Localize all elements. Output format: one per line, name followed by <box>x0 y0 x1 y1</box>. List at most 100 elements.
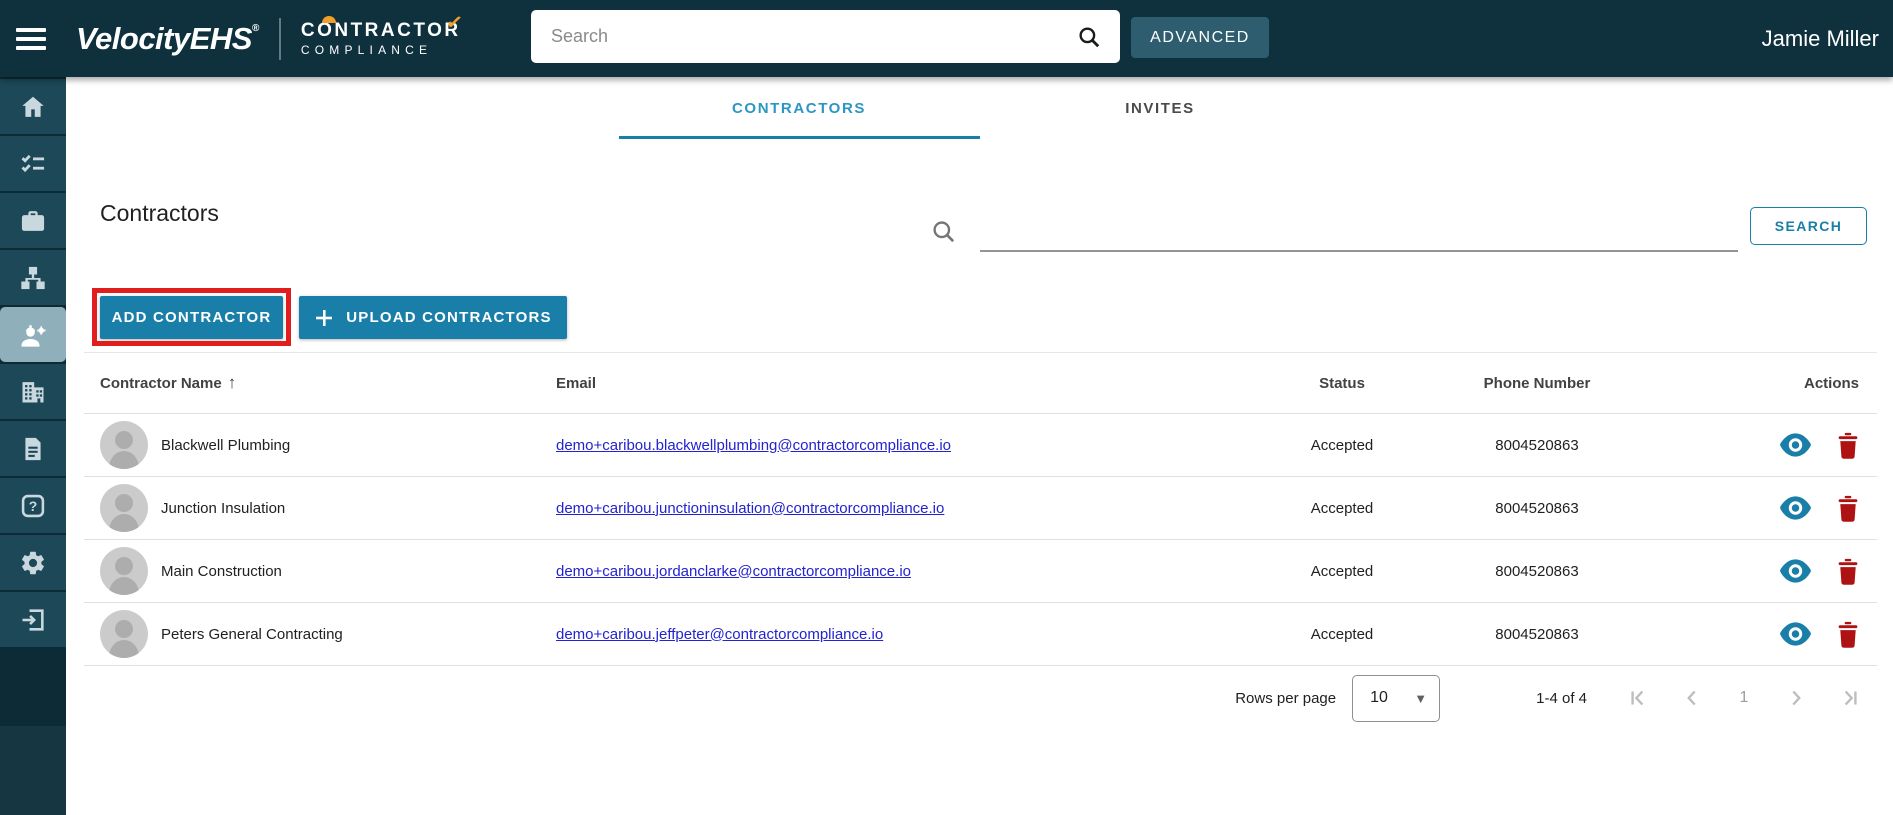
sidebar-item-settings[interactable] <box>0 535 66 590</box>
table-body: Blackwell Plumbing demo+caribou.blackwel… <box>84 413 1877 665</box>
contractor-worker-icon <box>21 324 46 347</box>
trash-icon <box>1838 558 1858 585</box>
tab-invites[interactable]: INVITES <box>980 77 1341 139</box>
sidebar-item-documents[interactable] <box>0 421 66 476</box>
rows-per-page-label: Rows per page <box>1235 689 1337 707</box>
sidebar-item-help[interactable]: ? <box>0 478 66 533</box>
advanced-search-button[interactable]: ADVANCED <box>1131 17 1269 58</box>
first-page-icon <box>1631 690 1644 706</box>
pagination-nav: 1 <box>1611 678 1877 718</box>
contractor-email-link[interactable]: demo+caribou.jordanclarke@contractorcomp… <box>556 563 911 580</box>
contractor-name: Peters General Contracting <box>161 625 343 643</box>
page-title: Contractors <box>100 200 219 226</box>
column-header-phone[interactable]: Phone Number <box>1422 375 1652 392</box>
checkmark-accent-icon: ✓ <box>444 10 465 36</box>
add-contractor-button[interactable]: ADD CONTRACTOR <box>100 296 283 339</box>
sidebar-item-jobs[interactable] <box>0 193 66 248</box>
rows-per-page-select[interactable]: 10 ▼ <box>1352 674 1441 722</box>
app-header: VelocityEHS® CONTRACTOR COMPLIANCE ✓ ADV… <box>0 0 1893 77</box>
eye-icon <box>1780 622 1811 646</box>
column-header-actions: Actions <box>1803 374 1859 392</box>
upload-button-label: UPLOAD CONTRACTORS <box>346 309 552 326</box>
user-name[interactable]: Jamie Miller <box>1762 0 1879 77</box>
eye-icon <box>1780 433 1811 457</box>
contractor-phone: 8004520863 <box>1495 436 1579 454</box>
document-icon <box>25 437 41 460</box>
sidebar-item-company[interactable] <box>0 364 66 419</box>
current-page-number[interactable]: 1 <box>1719 689 1769 707</box>
contractor-filter-input[interactable] <box>980 212 1738 252</box>
contractor-status: Accepted <box>1310 499 1374 517</box>
filter-search-icon <box>930 218 957 250</box>
column-header-status[interactable]: Status <box>1262 375 1422 392</box>
contractor-avatar <box>100 421 148 469</box>
next-page-button[interactable] <box>1769 678 1823 718</box>
delete-contractor-button[interactable] <box>1837 432 1859 459</box>
delete-contractor-button[interactable] <box>1837 558 1859 585</box>
contractor-avatar <box>100 610 148 658</box>
chevron-right-icon <box>1792 690 1801 706</box>
column-header-email[interactable]: Email <box>556 375 1262 392</box>
trash-icon <box>1838 495 1858 522</box>
view-contractor-button[interactable] <box>1780 559 1811 583</box>
contractor-phone: 8004520863 <box>1495 562 1579 580</box>
global-search-bar <box>531 10 1120 63</box>
view-contractor-button[interactable] <box>1780 433 1811 457</box>
contractor-name: Junction Insulation <box>161 499 286 517</box>
contractor-email-link[interactable]: demo+caribou.junctioninsulation@contract… <box>556 500 944 517</box>
chevron-left-icon <box>1687 690 1696 706</box>
global-search-input[interactable] <box>531 26 1076 47</box>
sidebar-item-org-chart[interactable] <box>0 250 66 305</box>
svg-text:?: ? <box>29 498 38 514</box>
last-page-button[interactable] <box>1823 678 1877 718</box>
sidebar-item-tasks[interactable] <box>0 136 66 191</box>
contractor-name: Blackwell Plumbing <box>161 436 291 454</box>
search-button[interactable]: SEARCH <box>1750 207 1867 245</box>
previous-page-button[interactable] <box>1665 678 1719 718</box>
contractors-table: Contractor Name ↑ Email Status Phone Num… <box>84 352 1877 665</box>
briefcase-icon <box>21 210 45 231</box>
search-icon[interactable] <box>1076 24 1102 50</box>
table-row: Peters General Contracting demo+caribou.… <box>84 602 1877 665</box>
delete-contractor-button[interactable] <box>1837 621 1859 648</box>
upload-contractors-button[interactable]: UPLOAD CONTRACTORS <box>299 296 567 339</box>
tab-contractors[interactable]: CONTRACTORS <box>618 77 980 139</box>
eye-icon <box>1780 559 1811 583</box>
sidebar-item-logout[interactable] <box>0 592 66 647</box>
hardhat-accent-icon <box>321 16 336 23</box>
sidebar-item-home[interactable] <box>0 79 66 134</box>
sidebar-nav: ? <box>0 77 66 815</box>
plus-icon <box>316 309 333 326</box>
exit-icon <box>22 608 44 631</box>
gear-icon <box>21 551 44 574</box>
column-header-contractor-name[interactable]: Contractor Name ↑ <box>84 373 556 393</box>
table-row: Main Construction demo+caribou.jordancla… <box>84 539 1877 602</box>
checklist-icon <box>21 154 45 172</box>
table-header-row: Contractor Name ↑ Email Status Phone Num… <box>84 352 1877 413</box>
sidebar-item-contractors[interactable] <box>0 307 66 362</box>
eye-icon <box>1780 496 1811 520</box>
logo-divider <box>278 17 281 60</box>
table-row: Junction Insulation demo+caribou.junctio… <box>84 476 1877 539</box>
contractor-phone: 8004520863 <box>1495 499 1579 517</box>
first-page-button[interactable] <box>1611 678 1665 718</box>
menu-hamburger-icon[interactable] <box>0 0 62 77</box>
delete-contractor-button[interactable] <box>1837 495 1859 522</box>
registered-mark: ® <box>251 22 259 34</box>
contractor-email-link[interactable]: demo+caribou.jeffpeter@contractorcomplia… <box>556 626 883 643</box>
pagination-bar: Rows per page 10 ▼ 1-4 of 4 1 <box>1000 672 1877 724</box>
help-icon: ? <box>21 494 45 517</box>
contractor-status: Accepted <box>1310 625 1374 643</box>
home-icon <box>22 96 44 117</box>
contractor-phone: 8004520863 <box>1495 625 1579 643</box>
sort-ascending-icon: ↑ <box>227 373 237 392</box>
contractor-avatar <box>100 484 148 532</box>
view-contractor-button[interactable] <box>1780 622 1811 646</box>
sitemap-icon <box>21 266 45 289</box>
table-row: Blackwell Plumbing demo+caribou.blackwel… <box>84 413 1877 476</box>
view-contractor-button[interactable] <box>1780 496 1811 520</box>
contractor-compliance-logo: CONTRACTOR COMPLIANCE ✓ <box>300 10 465 57</box>
sidebar-filler <box>0 726 66 815</box>
velocityehs-logo: VelocityEHS® <box>76 20 259 56</box>
contractor-email-link[interactable]: demo+caribou.blackwellplumbing@contracto… <box>556 437 951 454</box>
